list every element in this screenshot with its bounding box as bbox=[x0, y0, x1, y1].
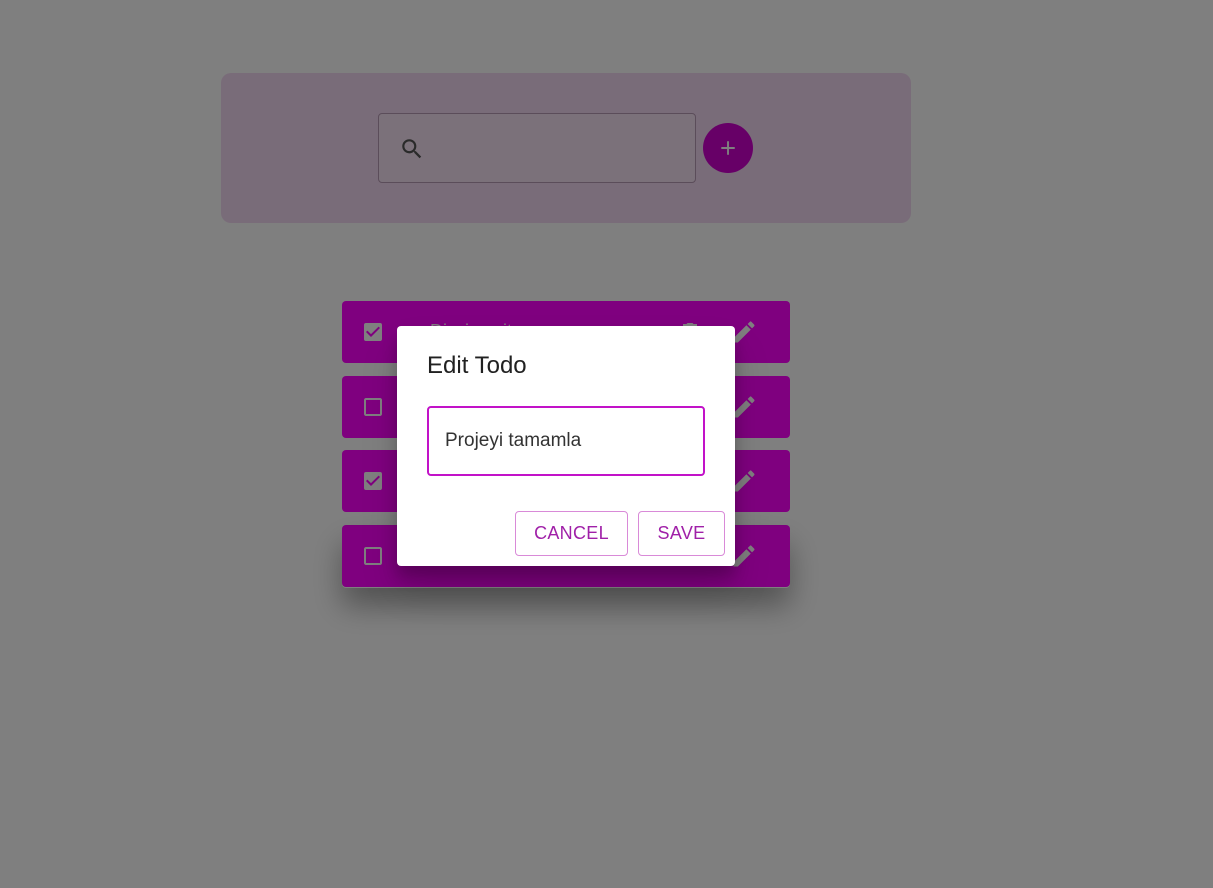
cancel-button[interactable]: CANCEL bbox=[515, 511, 628, 556]
save-button[interactable]: SAVE bbox=[638, 511, 725, 556]
edit-todo-dialog: Edit Todo CANCEL SAVE bbox=[397, 326, 735, 566]
dialog-title: Edit Todo bbox=[427, 352, 527, 379]
todo-edit-input[interactable] bbox=[427, 406, 705, 476]
